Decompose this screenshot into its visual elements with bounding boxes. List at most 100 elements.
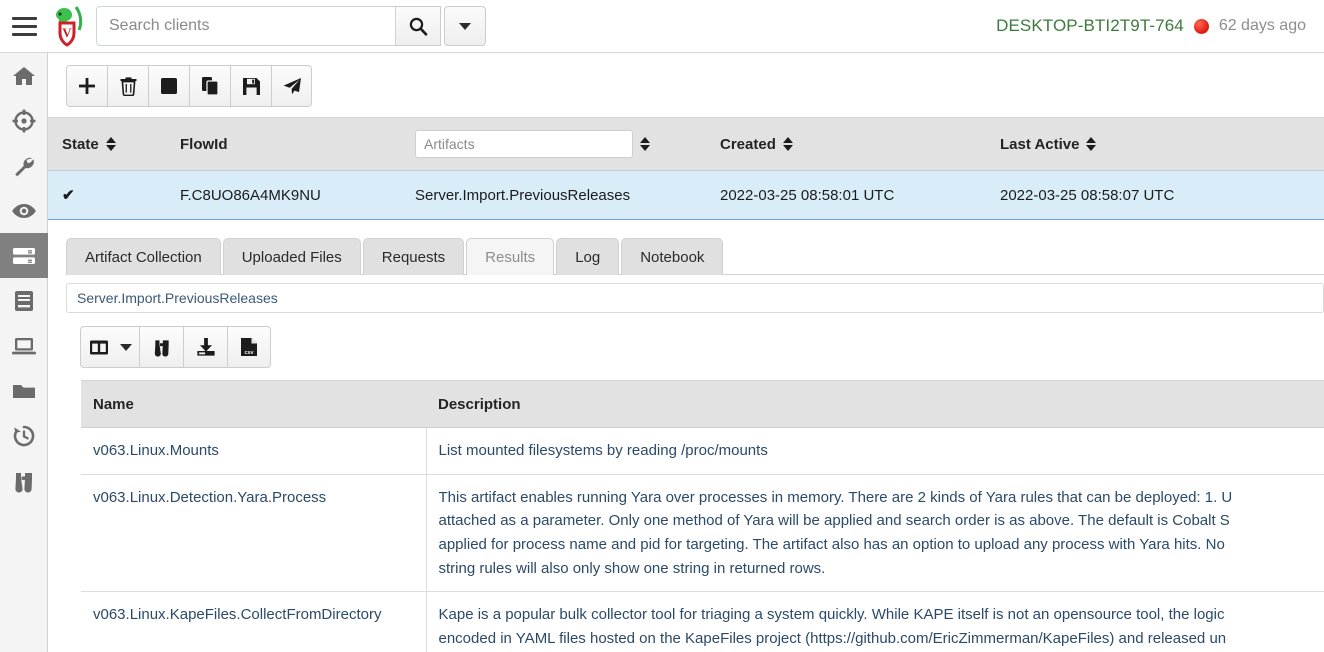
copy-icon xyxy=(201,76,220,96)
column-header-state[interactable]: State xyxy=(48,118,166,171)
column-header-flowid[interactable]: FlowId xyxy=(166,118,401,171)
book-icon xyxy=(13,289,35,313)
main-content: State FlowId Artifacts xyxy=(48,53,1324,652)
download-icon xyxy=(196,337,216,357)
tab-uploaded-files[interactable]: Uploaded Files xyxy=(223,238,361,275)
download-csv-button[interactable]: csv xyxy=(227,326,271,368)
red-status-dot xyxy=(1194,19,1209,34)
search-input[interactable] xyxy=(96,6,396,46)
velociraptor-logo[interactable]: V xyxy=(50,5,84,47)
column-header-last-active-label: Last Active xyxy=(1000,136,1079,153)
tab-log[interactable]: Log xyxy=(556,238,619,275)
binoculars-icon xyxy=(152,337,172,357)
crosshair-target-icon xyxy=(12,109,36,133)
table-row[interactable]: v063.Linux.Detection.Yara.Process This a… xyxy=(81,474,1324,592)
search-options-dropdown[interactable] xyxy=(444,6,486,46)
result-name-cell: v063.Linux.Detection.Yara.Process xyxy=(81,474,426,592)
clock-history-icon xyxy=(12,424,36,448)
flow-detail-tabs: Artifact Collection Uploaded Files Reque… xyxy=(66,237,1324,275)
result-description-cell: This artifact enables running Yara over … xyxy=(426,474,1324,592)
sidebar-item-home[interactable] xyxy=(0,53,48,98)
column-header-created-label: Created xyxy=(720,136,776,153)
new-collection-button[interactable] xyxy=(66,65,107,107)
copy-collection-button[interactable] xyxy=(189,65,230,107)
results-table-wrap: Name Description v063.Linux.Mounts List … xyxy=(81,380,1324,652)
save-collection-button[interactable] xyxy=(230,65,271,107)
left-sidebar xyxy=(0,53,48,652)
sidebar-item-view-artifacts[interactable] xyxy=(0,143,48,188)
hamburger-bar xyxy=(12,33,37,36)
result-name-cell: v063.Linux.KapeFiles.CollectFromDirector… xyxy=(81,592,426,652)
result-artifact-name-label: Server.Import.PreviousReleases xyxy=(77,290,278,306)
column-header-last-active[interactable]: Last Active xyxy=(986,118,1324,171)
tab-requests[interactable]: Requests xyxy=(363,238,464,275)
laptop-icon xyxy=(11,334,37,358)
save-floppy-icon xyxy=(242,77,261,96)
chevron-down-icon xyxy=(459,23,471,30)
result-artifact-name[interactable]: Server.Import.PreviousReleases xyxy=(66,283,1324,313)
tab-artifact-collection[interactable]: Artifact Collection xyxy=(66,238,221,275)
cancel-collection-button[interactable] xyxy=(148,65,189,107)
artifacts-filter-input[interactable]: Artifacts xyxy=(415,130,633,158)
results-table: Name Description v063.Linux.Mounts List … xyxy=(81,380,1324,652)
csv-file-icon: csv xyxy=(240,337,258,357)
results-toolbar: csv xyxy=(48,313,1324,368)
artifacts-filter-placeholder: Artifacts xyxy=(424,136,475,152)
svg-text:csv: csv xyxy=(245,350,254,356)
result-description-cell: Kape is a popular bulk collector tool fo… xyxy=(426,592,1324,652)
top-navbar: V DESKTOP-BTI2T9T-764 62 days ago xyxy=(0,0,1324,53)
search-icon xyxy=(408,16,428,36)
sort-arrows-icon[interactable] xyxy=(1086,137,1096,151)
hamburger-bar xyxy=(12,17,37,20)
hamburger-bar xyxy=(12,25,37,28)
paper-plane-icon xyxy=(282,76,302,96)
flow-artifacts-cell: Server.Import.PreviousReleases xyxy=(401,171,706,220)
sort-arrows-icon[interactable] xyxy=(106,137,116,151)
stop-square-icon xyxy=(160,77,178,95)
result-description-text: List mounted filesystems by reading /pro… xyxy=(439,439,1324,463)
sidebar-item-collected-artifacts[interactable] xyxy=(0,233,48,278)
columns-icon xyxy=(89,339,109,356)
flow-last-active-cell: 2022-03-25 08:58:07 UTC xyxy=(986,171,1324,220)
client-status-bar: DESKTOP-BTI2T9T-764 62 days ago xyxy=(996,16,1324,36)
folder-icon xyxy=(11,379,37,403)
column-header-state-label: State xyxy=(62,136,99,153)
tab-results[interactable]: Results xyxy=(466,238,554,275)
wrench-icon xyxy=(12,154,36,178)
sidebar-item-virtual-filesystem[interactable] xyxy=(0,368,48,413)
trash-icon xyxy=(119,76,138,96)
client-hostname[interactable]: DESKTOP-BTI2T9T-764 xyxy=(996,16,1184,36)
delete-collection-button[interactable] xyxy=(107,65,148,107)
tab-notebook[interactable]: Notebook xyxy=(621,238,723,275)
result-description-text: Kape is a popular bulk collector tool fo… xyxy=(439,603,1324,652)
table-row[interactable]: ✔ F.C8UO86A4MK9NU Server.Import.Previous… xyxy=(48,171,1324,220)
sort-arrows-icon[interactable] xyxy=(640,137,650,151)
flows-table-header-row: State FlowId Artifacts xyxy=(48,118,1324,171)
sidebar-item-client-monitoring[interactable] xyxy=(0,188,48,233)
column-header-name[interactable]: Name xyxy=(81,381,426,428)
sidebar-item-notebooks[interactable] xyxy=(0,278,48,323)
sidebar-item-search[interactable] xyxy=(0,458,48,503)
table-row[interactable]: v063.Linux.Mounts List mounted filesyste… xyxy=(81,428,1324,475)
svg-text:V: V xyxy=(62,25,72,40)
download-json-button[interactable] xyxy=(183,326,227,368)
send-collection-button[interactable] xyxy=(271,65,312,107)
hamburger-menu-icon[interactable] xyxy=(0,0,48,53)
result-name-cell: v063.Linux.Mounts xyxy=(81,428,426,475)
sort-arrows-icon[interactable] xyxy=(783,137,793,151)
search-table-button[interactable] xyxy=(139,326,183,368)
column-header-created[interactable]: Created xyxy=(706,118,986,171)
sidebar-item-client-events[interactable] xyxy=(0,413,48,458)
binoculars-icon xyxy=(12,469,36,493)
column-selector-button[interactable] xyxy=(80,326,139,368)
column-header-description[interactable]: Description xyxy=(426,381,1324,428)
sidebar-item-hunt-manager[interactable] xyxy=(0,98,48,143)
table-row[interactable]: v063.Linux.KapeFiles.CollectFromDirector… xyxy=(81,592,1324,652)
search-button[interactable] xyxy=(396,6,441,46)
sidebar-item-host-information[interactable] xyxy=(0,323,48,368)
column-header-artifacts[interactable]: Artifacts xyxy=(401,118,706,171)
home-icon xyxy=(12,64,36,88)
client-search-group xyxy=(96,6,486,46)
column-header-flowid-label: FlowId xyxy=(180,136,228,153)
result-description-cell: List mounted filesystems by reading /pro… xyxy=(426,428,1324,475)
